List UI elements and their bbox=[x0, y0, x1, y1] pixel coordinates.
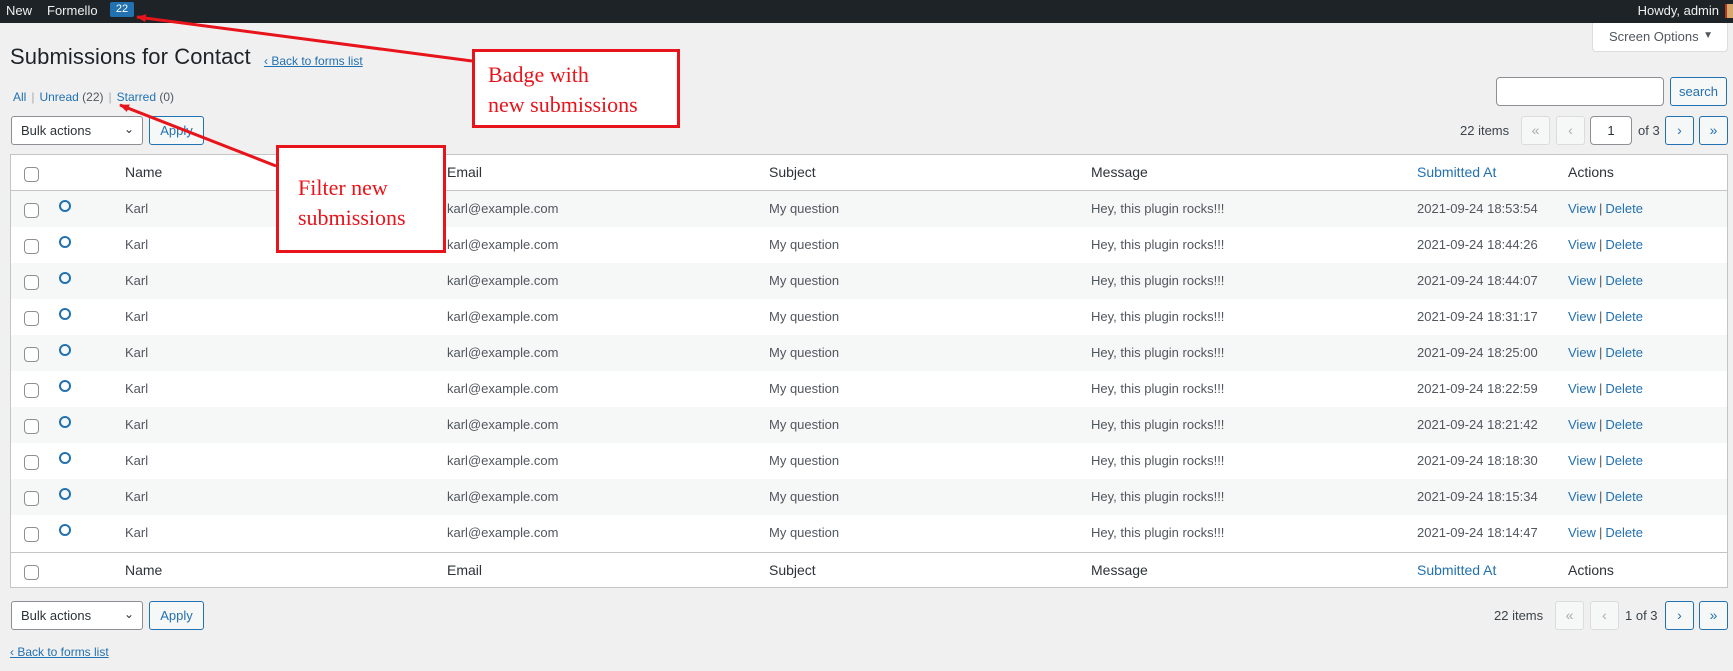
annotation-arrows bbox=[119, 14, 473, 168]
annotation-text: Badge with bbox=[488, 62, 589, 87]
arrow-to-badge bbox=[136, 14, 473, 63]
arrow-to-filter bbox=[119, 103, 277, 168]
annotation-text: new submissions bbox=[488, 92, 638, 117]
annotation-text: Filter new bbox=[298, 175, 388, 200]
annotation-badge-callout: Badge with new submissions bbox=[472, 49, 680, 128]
annotation-filter-callout: Filter new submissions bbox=[276, 145, 446, 253]
annotation-text: submissions bbox=[298, 205, 406, 230]
